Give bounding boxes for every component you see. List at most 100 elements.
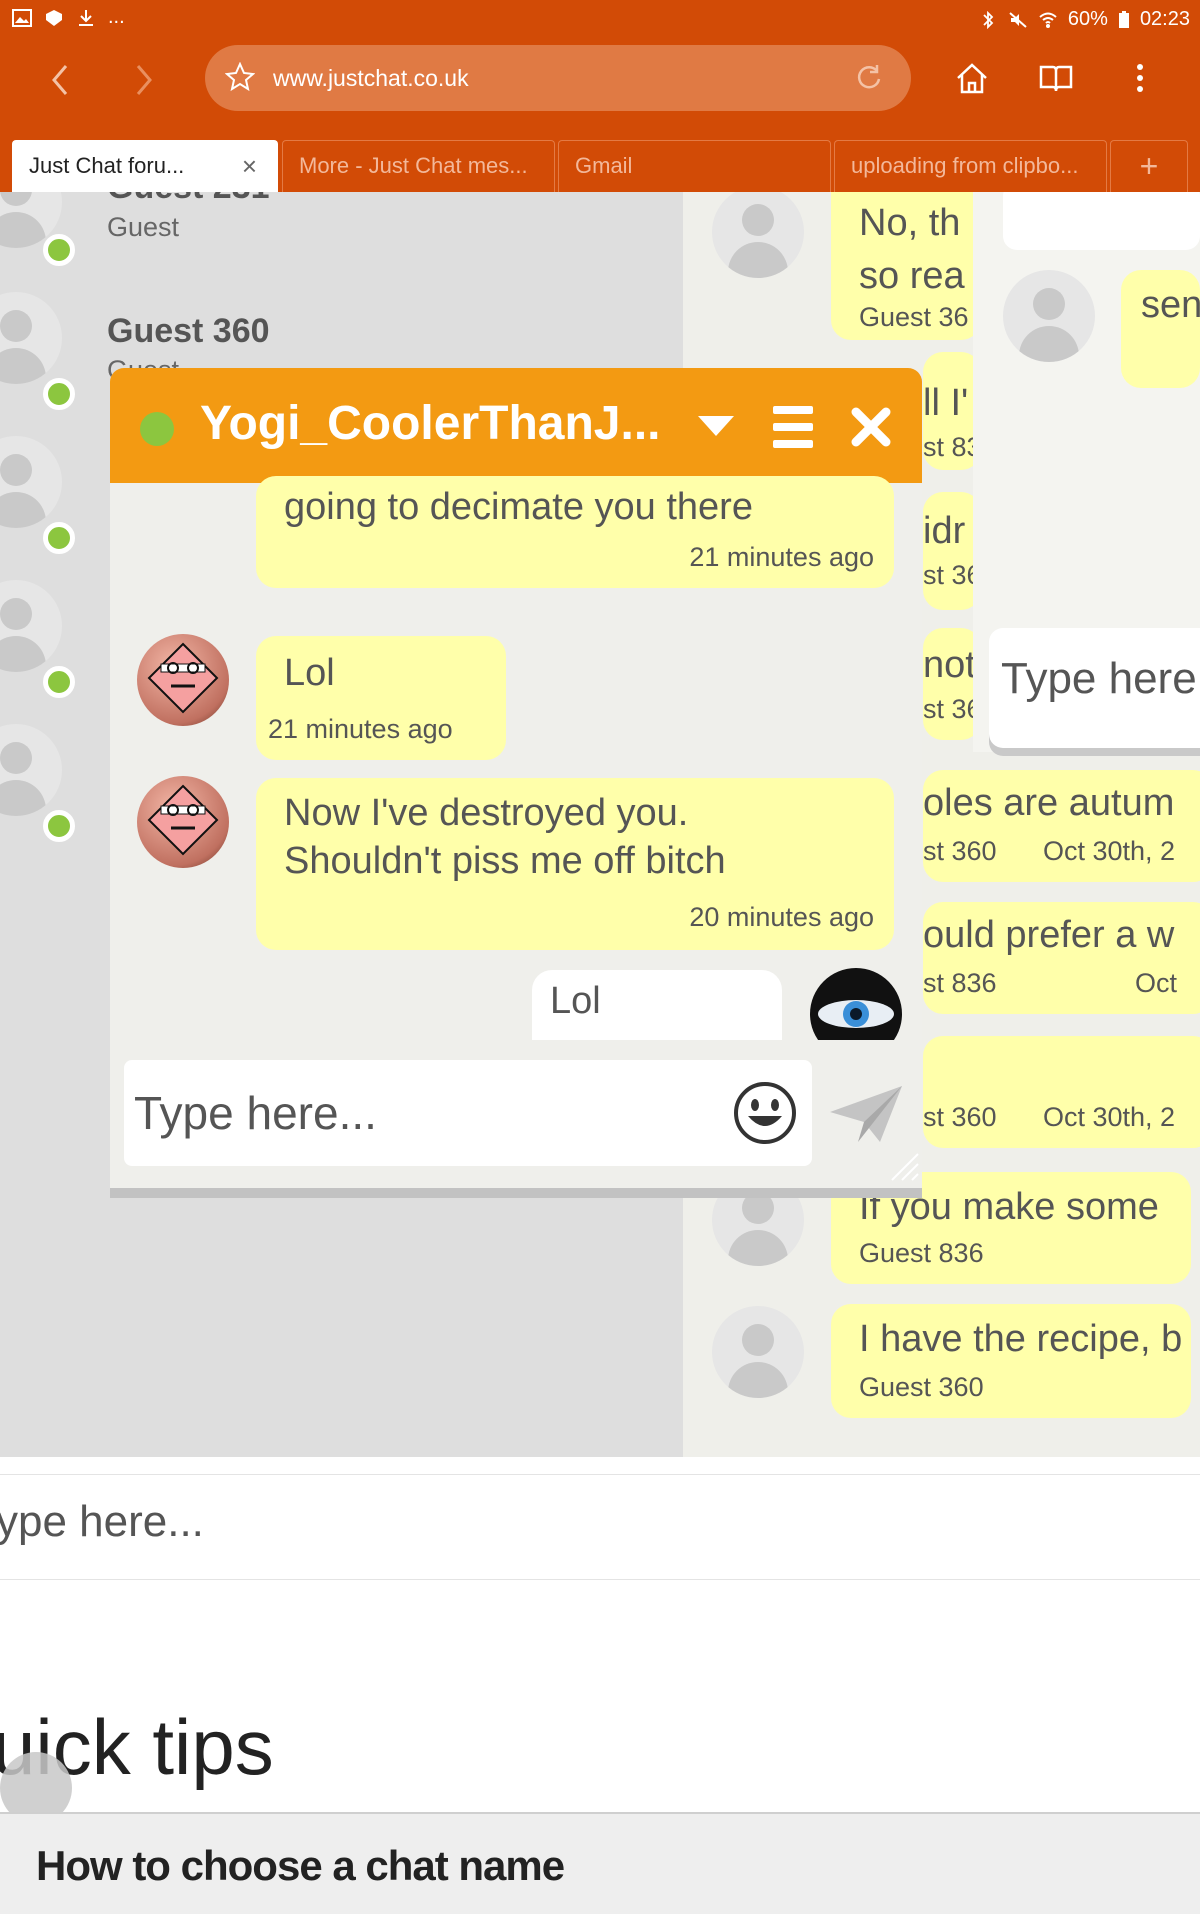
battery-icon: [1118, 10, 1129, 28]
chat-partner-name: Yogi_CoolerThanJ...: [200, 397, 661, 450]
guest-avatar[interactable]: [1003, 270, 1095, 362]
bluetooth-icon: [983, 10, 994, 29]
menu-icon[interactable]: [773, 406, 813, 448]
home-icon[interactable]: [952, 58, 992, 98]
input-placeholder: ype here...: [0, 1497, 204, 1546]
tab-just-chat-messages[interactable]: More - Just Chat mes...: [282, 140, 555, 192]
user-role: Guest: [107, 212, 180, 242]
message-text: oles are autum: [923, 782, 1175, 824]
back-icon[interactable]: [46, 62, 76, 98]
private-chat-input[interactable]: Type here...: [124, 1060, 812, 1166]
minimize-chevron-icon[interactable]: [698, 416, 734, 436]
tab-gmail[interactable]: Gmail: [558, 140, 831, 192]
url-text[interactable]: www.justchat.co.uk: [273, 65, 469, 92]
user-name[interactable]: Guest 360: [107, 312, 270, 351]
close-icon[interactable]: [848, 404, 894, 450]
message-text: going to decimate you there: [284, 486, 753, 528]
input-placeholder: Type here: [1001, 654, 1197, 703]
more-notifications: ...: [108, 6, 125, 28]
online-indicator: [140, 412, 174, 446]
emoji-icon[interactable]: [732, 1080, 798, 1146]
side-chat-input[interactable]: Type here: [989, 628, 1200, 748]
message-text: idr: [923, 510, 966, 552]
forward-icon[interactable]: [128, 62, 158, 98]
online-indicator: [43, 666, 75, 698]
message-author: st 360: [923, 836, 997, 866]
message-text: Lol: [284, 652, 335, 694]
main-chat-input[interactable]: ype here...: [0, 1474, 1200, 1580]
more-menu-icon[interactable]: [1120, 58, 1160, 98]
tip-title: How to choose a chat name: [36, 1842, 565, 1889]
online-indicator: [43, 234, 75, 266]
message-author: Guest 836: [859, 1238, 984, 1268]
message-time: 20 minutes ago: [689, 902, 874, 932]
resize-handle-icon[interactable]: [886, 1148, 920, 1182]
smiley-avatar-icon: [147, 642, 219, 714]
tip-item[interactable]: How to choose a chat name: [0, 1814, 1200, 1914]
guest-avatar[interactable]: [0, 436, 62, 528]
chat-message: If you make some Guest 836: [831, 1172, 1191, 1284]
message-author: Guest 360: [859, 1372, 984, 1402]
message-author: st 836: [923, 968, 997, 998]
message-date: Oct 30th, 2: [1043, 836, 1176, 866]
tab-strip: Just Chat foru... × More - Just Chat mes…: [0, 140, 1200, 192]
gallery-icon: [12, 8, 32, 27]
message-text: so rea: [859, 255, 965, 297]
guest-avatar[interactable]: [0, 724, 62, 816]
message-text: ould prefer a w: [923, 914, 1175, 956]
tab-label: More - Just Chat mes...: [299, 153, 528, 178]
online-indicator: [43, 522, 75, 554]
message-text: If you make some: [859, 1186, 1159, 1228]
private-chat-header[interactable]: Yogi_CoolerThanJ...: [110, 368, 922, 483]
message-text: not: [923, 644, 976, 686]
guest-avatar[interactable]: [712, 1306, 804, 1398]
mute-icon: [1009, 11, 1027, 28]
tab-just-chat-forum[interactable]: Just Chat foru... ×: [12, 140, 278, 192]
browser-toolbar: www.justchat.co.uk: [0, 40, 1200, 140]
tab-label: Just Chat foru...: [29, 153, 185, 178]
chat-message: going to decimate you there 21 minutes a…: [256, 476, 894, 588]
message-date: Oct 30th, 2: [1043, 1102, 1176, 1132]
guest-avatar[interactable]: [712, 192, 804, 278]
message-time: 21 minutes ago: [689, 542, 874, 572]
message-text: I have the recipe, b: [859, 1318, 1183, 1360]
tab-label: uploading from clipbo...: [851, 153, 1079, 178]
chat-message: I have the recipe, b Guest 360: [831, 1304, 1191, 1418]
send-icon[interactable]: [828, 1082, 904, 1146]
bookmark-star-icon[interactable]: [225, 62, 255, 92]
user-avatar[interactable]: [137, 776, 229, 868]
user-name[interactable]: Guest 231: [107, 192, 270, 207]
message-author: st 360: [923, 1102, 997, 1132]
bookmarks-icon[interactable]: [1036, 58, 1076, 98]
guest-avatar[interactable]: [0, 580, 62, 672]
chat-message: oles are autum st 360 Oct 30th, 2: [923, 770, 1200, 882]
shield-icon: [46, 9, 62, 26]
message-text: Now I've destroyed you.: [284, 792, 689, 834]
tab-label: Gmail: [575, 153, 633, 178]
message-text: Lol: [550, 980, 601, 1022]
address-bar[interactable]: www.justchat.co.uk: [205, 45, 911, 111]
battery-percent: 60%: [1067, 8, 1108, 30]
user-avatar[interactable]: [137, 634, 229, 726]
private-chat-window: Yogi_CoolerThanJ... going to decimate yo…: [110, 368, 922, 1188]
chat-message: ould prefer a w st 836 Oct: [923, 902, 1200, 1014]
guest-avatar[interactable]: [0, 292, 62, 384]
side-chat-box: [1003, 192, 1200, 250]
chat-message: sen: [1121, 270, 1200, 388]
new-tab-button[interactable]: +: [1110, 140, 1188, 192]
message-time: 21 minutes ago: [268, 714, 453, 744]
tab-uploading[interactable]: uploading from clipbo...: [834, 140, 1107, 192]
smiley-avatar-icon: [147, 784, 219, 856]
status-bar: ... 60% 02:23: [0, 0, 1200, 40]
reload-icon[interactable]: [855, 63, 883, 91]
wifi-icon: [1039, 12, 1057, 28]
message-text: No, th: [859, 202, 961, 244]
online-indicator: [43, 810, 75, 842]
message-text: sen: [1141, 284, 1200, 326]
clock: 02:23: [1139, 8, 1190, 30]
chat-message: Lol 21 minutes ago: [256, 636, 506, 760]
chat-message: No, th so rea Guest 36: [831, 192, 981, 340]
close-tab-icon[interactable]: ×: [242, 141, 257, 191]
message-author: Guest 36: [859, 302, 969, 332]
message-date: Oct: [1135, 968, 1178, 998]
